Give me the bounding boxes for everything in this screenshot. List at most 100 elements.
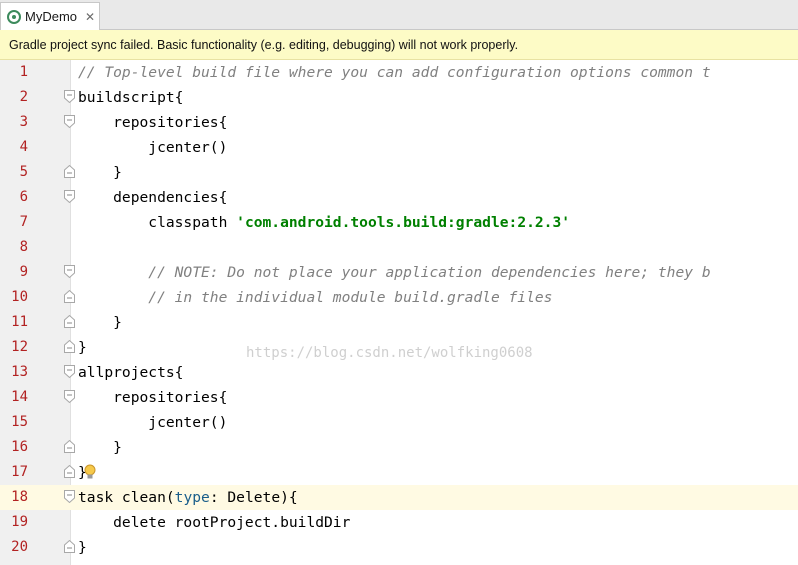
code-comment: // in the individual module build.gradle… bbox=[78, 289, 553, 306]
fold-open-icon[interactable] bbox=[64, 365, 75, 379]
line-number[interactable]: 9 bbox=[0, 260, 28, 285]
gradle-sync-notification: Gradle project sync failed. Basic functi… bbox=[0, 30, 798, 60]
line-number[interactable]: 13 bbox=[0, 360, 28, 385]
code-line[interactable]: 8 bbox=[0, 235, 798, 260]
code-line[interactable]: 6 dependencies{ bbox=[0, 185, 798, 210]
code-line[interactable]: 2 buildscript{ bbox=[0, 85, 798, 110]
code-text[interactable]: delete rootProject.buildDir bbox=[78, 510, 350, 535]
line-number[interactable]: 6 bbox=[0, 185, 28, 210]
fold-open-icon[interactable] bbox=[64, 90, 75, 104]
code-line[interactable]: 16 } bbox=[0, 435, 798, 460]
line-number[interactable]: 5 bbox=[0, 160, 28, 185]
line-number[interactable]: 17 bbox=[0, 460, 28, 485]
fold-open-icon[interactable] bbox=[64, 490, 75, 504]
fold-close-icon[interactable] bbox=[64, 314, 75, 328]
code-line[interactable]: 3 repositories{ bbox=[0, 110, 798, 135]
code-text[interactable]: } bbox=[78, 160, 122, 185]
code-text[interactable]: repositories{ bbox=[78, 110, 227, 135]
code-text[interactable]: } bbox=[78, 435, 122, 460]
code-line[interactable]: 7 classpath 'com.android.tools.build:gra… bbox=[0, 210, 798, 235]
code-token: type bbox=[174, 489, 210, 506]
tab-title: MyDemo bbox=[25, 9, 78, 24]
code-text[interactable]: jcenter() bbox=[78, 135, 227, 160]
line-number[interactable]: 18 bbox=[0, 485, 28, 510]
code-text[interactable]: classpath 'com.android.tools.build:gradl… bbox=[78, 210, 570, 235]
code-string: 'com.android.tools.build:gradle:2.2.3' bbox=[236, 214, 571, 231]
line-number[interactable]: 16 bbox=[0, 435, 28, 460]
code-text[interactable]: } bbox=[78, 535, 87, 560]
code-line[interactable]: 4 jcenter() bbox=[0, 135, 798, 160]
fold-open-icon[interactable] bbox=[64, 190, 75, 204]
android-studio-module-icon bbox=[7, 9, 21, 24]
line-number[interactable]: 11 bbox=[0, 310, 28, 335]
code-text[interactable]: // Top-level build file where you can ad… bbox=[78, 60, 711, 85]
code-line[interactable]: 17} bbox=[0, 460, 798, 485]
code-text[interactable]: } bbox=[78, 335, 87, 360]
fold-close-icon[interactable] bbox=[64, 464, 75, 478]
code-line[interactable]: 5 } bbox=[0, 160, 798, 185]
line-number[interactable]: 15 bbox=[0, 410, 28, 435]
code-token: delete rootProject.buildDir bbox=[78, 514, 351, 531]
line-number[interactable]: 3 bbox=[0, 110, 28, 135]
notification-text: Gradle project sync failed. Basic functi… bbox=[9, 37, 519, 52]
line-number[interactable]: 2 bbox=[0, 85, 28, 110]
code-line[interactable]: 11 } bbox=[0, 310, 798, 335]
code-text[interactable]: task clean(type: Delete){ bbox=[78, 485, 298, 510]
close-icon[interactable]: ✕ bbox=[85, 10, 95, 24]
code-text[interactable]: repositories{ bbox=[78, 385, 227, 410]
code-line[interactable]: 15 jcenter() bbox=[0, 410, 798, 435]
intention-bulb-icon[interactable] bbox=[84, 464, 96, 480]
code-line[interactable]: 10 // in the individual module build.gra… bbox=[0, 285, 798, 310]
code-token: buildscript{ bbox=[78, 89, 184, 106]
line-number[interactable]: 20 bbox=[0, 535, 28, 560]
code-comment: // NOTE: Do not place your application d… bbox=[78, 264, 711, 281]
code-token: jcenter() bbox=[78, 414, 228, 431]
line-number[interactable]: 7 bbox=[0, 210, 28, 235]
fold-open-icon[interactable] bbox=[64, 115, 75, 129]
code-line[interactable]: 19 delete rootProject.buildDir bbox=[0, 510, 798, 535]
tab-mydemo[interactable]: MyDemo ✕ bbox=[0, 2, 100, 30]
code-token: } bbox=[78, 164, 122, 181]
code-token: : Delete){ bbox=[209, 489, 298, 506]
code-text[interactable]: allprojects{ bbox=[78, 360, 183, 385]
code-line[interactable]: 20} bbox=[0, 535, 798, 560]
code-token: classpath bbox=[78, 214, 237, 231]
fold-close-icon[interactable] bbox=[64, 539, 75, 553]
code-token: jcenter() bbox=[78, 139, 228, 156]
code-text[interactable]: dependencies{ bbox=[78, 185, 227, 210]
code-token: } bbox=[78, 314, 122, 331]
code-token: } bbox=[78, 539, 87, 556]
code-text[interactable]: } bbox=[78, 310, 122, 335]
line-number[interactable]: 19 bbox=[0, 510, 28, 535]
code-token: allprojects{ bbox=[78, 364, 184, 381]
code-text[interactable]: jcenter() bbox=[78, 410, 227, 435]
code-line[interactable]: 13 allprojects{ bbox=[0, 360, 798, 385]
code-token: task clean( bbox=[78, 489, 175, 506]
line-number[interactable]: 8 bbox=[0, 235, 28, 260]
line-number[interactable]: 1 bbox=[0, 60, 28, 85]
line-number[interactable]: 10 bbox=[0, 285, 28, 310]
fold-open-icon[interactable] bbox=[64, 390, 75, 404]
code-line[interactable]: 14 repositories{ bbox=[0, 385, 798, 410]
code-text[interactable]: buildscript{ bbox=[78, 85, 183, 110]
line-number[interactable]: 14 bbox=[0, 385, 28, 410]
code-token: repositories{ bbox=[78, 114, 228, 131]
code-text[interactable]: // NOTE: Do not place your application d… bbox=[78, 260, 711, 285]
line-number[interactable]: 4 bbox=[0, 135, 28, 160]
code-line[interactable]: 1 // Top-level build file where you can a… bbox=[0, 60, 798, 85]
fold-open-icon[interactable] bbox=[64, 265, 75, 279]
fold-close-icon[interactable] bbox=[64, 289, 75, 303]
line-number[interactable]: 12 bbox=[0, 335, 28, 360]
code-text[interactable]: // in the individual module build.gradle… bbox=[78, 285, 552, 310]
code-token: } bbox=[78, 339, 87, 356]
code-editor[interactable]: 1 // Top-level build file where you can a… bbox=[0, 60, 798, 565]
editor-tab-bar: MyDemo ✕ bbox=[0, 0, 798, 30]
fold-close-icon[interactable] bbox=[64, 339, 75, 353]
fold-close-icon[interactable] bbox=[64, 439, 75, 453]
code-token: } bbox=[78, 439, 122, 456]
code-line[interactable]: 9 // NOTE: Do not place your application… bbox=[0, 260, 798, 285]
code-line[interactable]: 18 task clean(type: Delete){ bbox=[0, 485, 798, 510]
code-line[interactable]: 12} bbox=[0, 335, 798, 360]
fold-close-icon[interactable] bbox=[64, 164, 75, 178]
code-comment: // Top-level build file where you can ad… bbox=[78, 64, 711, 81]
